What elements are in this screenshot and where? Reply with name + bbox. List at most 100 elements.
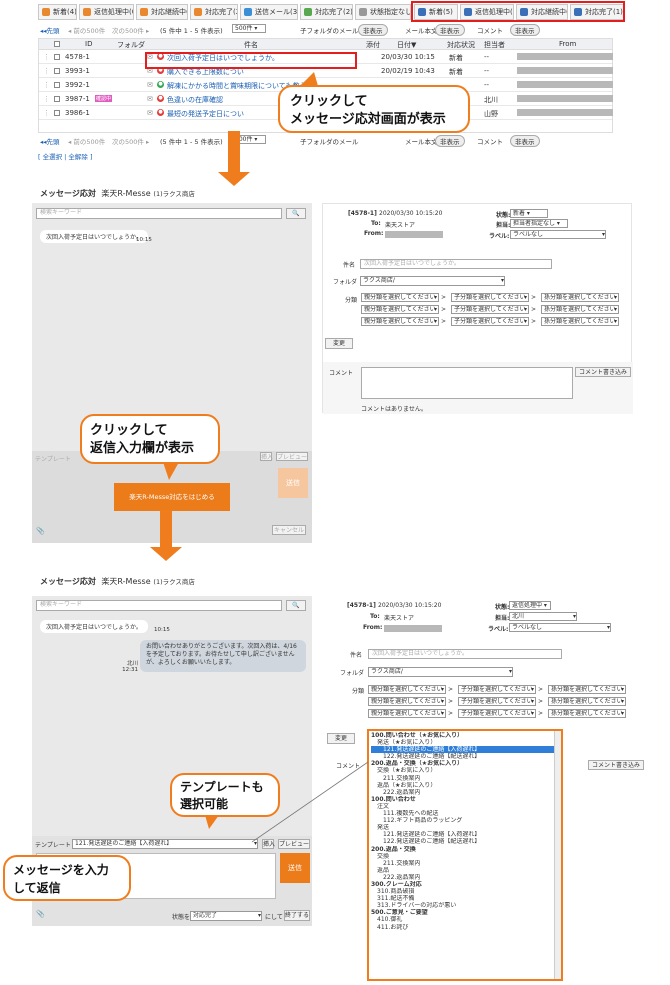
row-checkbox[interactable] [54,82,60,88]
template-option[interactable]: 311.配送不備 [371,895,561,902]
template-option[interactable]: 411.お詫び [371,924,561,931]
body-toggle-bottom[interactable]: 非表示 [435,135,465,147]
attach-icon-2[interactable]: 📎 [36,910,45,918]
folder-tab-0[interactable]: 新着(4) [38,4,77,20]
col-owner[interactable]: 担当者 [484,40,505,50]
template-dropdown[interactable]: 100.問い合わせ（★お気に入り） 発送（★お気に入り） 121.発送遅延のご連絡【… [367,729,563,981]
select-all-checkbox[interactable] [54,41,60,47]
body-toggle[interactable]: 非表示 [435,24,465,36]
category-select[interactable]: 親分類を選択してください ▾ [361,305,439,314]
template-option[interactable]: 200.返品・交換 [371,846,561,853]
category-select[interactable]: 子分類を選択してください ▾ [458,685,536,694]
row-checkbox[interactable] [54,96,60,102]
first-link[interactable]: ◂◂先頭 [40,25,60,35]
col-folder[interactable]: フォルダ [117,40,145,50]
col-status[interactable]: 対応状況 [447,40,475,50]
template-option[interactable]: 100.問い合わせ [371,796,561,803]
row-checkbox[interactable] [54,54,60,60]
preview-button-1[interactable]: プレビュー [276,452,308,461]
category-select[interactable]: 子分類を選択してください ▾ [451,305,529,314]
col-id[interactable]: ID [85,40,92,48]
next-link-bottom[interactable]: 次の500件 ▸ [112,136,149,146]
col-attach[interactable]: 添付 [366,40,380,50]
send-button-disabled[interactable]: 送信 [278,468,308,498]
subject-input-2[interactable]: 次回入荷予定日はいつでしょうか。 [368,649,562,659]
comment-toggle[interactable]: 非表示 [510,24,540,36]
template-option[interactable]: 発送（★お気に入り） [371,739,561,746]
folder-tab-2[interactable]: 対応継続中(3) [136,4,188,20]
template-option[interactable]: 200.返品・交換（★お気に入り） [371,760,561,767]
drag-handle-icon[interactable]: ⋮ [43,109,50,117]
label-select[interactable]: ラベルなし ▾ [510,230,606,239]
category-select[interactable]: 親分類を選択してください ▾ [361,317,439,326]
change-button[interactable]: 変更 [325,338,353,349]
template-option[interactable]: 122.発送遅延のご連絡【配送遅れ】 [371,753,561,760]
template-option[interactable]: 121.発送遅延のご連絡【入荷遅れ】 [371,746,561,754]
template-option[interactable]: 500.ご意見・ご要望 [371,909,561,916]
template-option[interactable]: 313.ドライバーの対応が悪い [371,902,561,909]
search-button[interactable]: 🔍 [286,208,306,219]
template-option[interactable]: 交換 [371,853,561,860]
category-select[interactable]: 孫分類を選択してください ▾ [541,305,619,314]
template-option[interactable]: 222.返品案内 [371,874,561,881]
template-option[interactable]: 410.御礼 [371,916,561,923]
search-button-2[interactable]: 🔍 [286,600,306,611]
comment-toggle-bottom[interactable]: 非表示 [510,135,540,147]
folder-tab-3[interactable]: 対応完了(2) [190,4,238,20]
select-links[interactable]: [ 全選択 | 全解除 ] [38,151,93,161]
category-select[interactable]: 孫分類を選択してください ▾ [541,317,619,326]
folder-select[interactable]: ラクス商店/▾ [360,276,505,286]
per-page-select[interactable]: 500件 ▾ [232,24,266,33]
next-link[interactable]: 次の500件 ▸ [112,25,149,35]
template-option[interactable]: 222.返品案内 [371,789,561,796]
subject-input[interactable]: 次回入荷予定日はいつでしょうか。 [360,259,552,269]
template-option[interactable]: 発送 [371,824,561,831]
comment-write-button-2[interactable]: コメント書き込み [588,760,644,770]
row-subject[interactable]: 色違いの在庫確認 [167,95,223,105]
template-option[interactable]: 300.クレーム対応 [371,881,561,888]
search-input-2[interactable]: 検索キーワード [36,600,282,611]
folder-tab-1[interactable]: 返信処理中(0) [79,4,134,20]
template-select[interactable]: 121.発送遅延のご連絡【入荷遅れ】 ▾ [72,839,258,849]
template-option[interactable]: 返品 [371,867,561,874]
template-option[interactable]: 100.問い合わせ（★お気に入り） [371,732,561,739]
template-option[interactable]: 211.交換案内 [371,860,561,867]
row-checkbox[interactable] [54,110,60,116]
subfolder-toggle[interactable]: 非表示 [358,24,388,36]
col-from[interactable]: From [559,40,576,48]
col-subject[interactable]: 件名 [244,40,258,50]
category-select[interactable]: 孫分類を選択してください ▾ [548,709,626,718]
start-reply-button[interactable]: 楽天R-Messe対応をはじめる [114,483,230,511]
category-select[interactable]: 親分類を選択してください ▾ [368,709,446,718]
folder-tab-4[interactable]: 送信メール(3) [240,4,298,20]
cancel-button-1[interactable]: キャンセル [272,525,306,535]
drag-handle-icon[interactable]: ⋮ [43,67,50,75]
category-select[interactable]: 子分類を選択してください ▾ [458,697,536,706]
label-select-2[interactable]: ラベルなし ▾ [509,623,611,632]
finish-button[interactable]: 終了する [284,910,310,921]
drag-handle-icon[interactable]: ⋮ [43,95,50,103]
col-date[interactable]: 日付▼ [397,40,416,50]
first-link-bottom[interactable]: ◂◂先頭 [40,136,60,146]
category-select[interactable]: 孫分類を選択してください ▾ [548,685,626,694]
drag-handle-icon[interactable]: ⋮ [43,81,50,89]
category-select[interactable]: 親分類を選択してください ▾ [368,685,446,694]
status-select[interactable]: 対応完了 ▾ [190,911,262,921]
folder-tab-6[interactable]: 状態指定なし(29) [355,4,411,20]
insert-button-1[interactable]: 挿入 [260,452,273,461]
search-input[interactable]: 検索キーワード [36,208,282,219]
template-option[interactable]: 121.発送遅延のご連絡【入荷遅れ】 [371,831,561,838]
template-option[interactable]: 211.交換案内 [371,775,561,782]
category-select[interactable]: 子分類を選択してください ▾ [458,709,536,718]
comment-write-button[interactable]: コメント書き込み [575,367,631,377]
template-option[interactable]: 返品（★お気に入り） [371,782,561,789]
row-subject[interactable]: 最短の発送予定日につい [167,109,244,119]
template-option[interactable]: 111.複数先への配送 [371,810,561,817]
category-select[interactable]: 孫分類を選択してください ▾ [548,697,626,706]
category-select[interactable]: 親分類を選択してください ▾ [368,697,446,706]
attach-icon[interactable]: 📎 [36,527,45,535]
folder-select-2[interactable]: ラクス商店/▾ [368,667,513,677]
dropdown-scrollbar[interactable] [554,731,561,979]
template-option[interactable]: 310.商品破損 [371,888,561,895]
owner-select-2[interactable]: 北川 ▾ [509,612,577,621]
